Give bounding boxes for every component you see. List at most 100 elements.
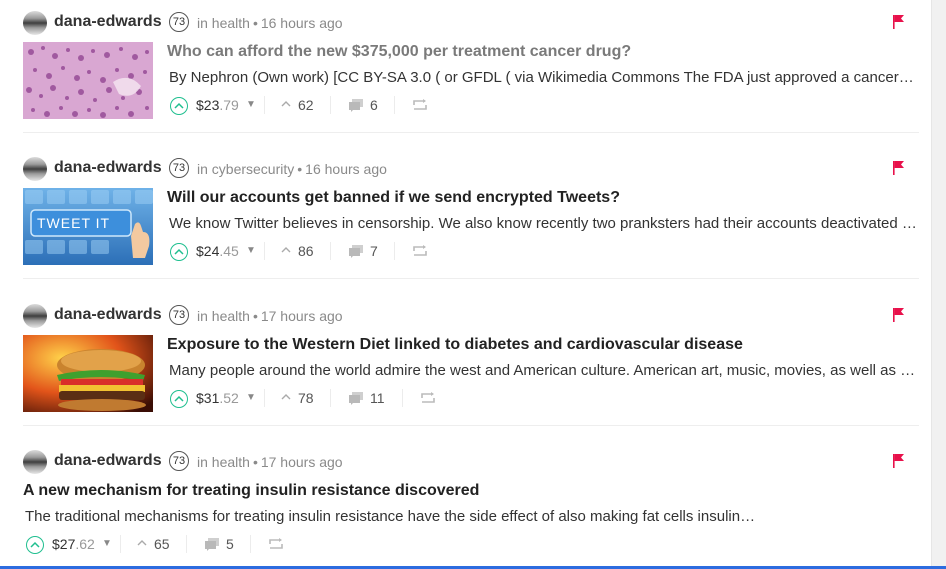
footer-divider <box>402 389 403 407</box>
post-footer: $31.52 ▼ 78 11 <box>170 388 470 410</box>
reblog-icon[interactable] <box>412 245 428 257</box>
vote-count[interactable]: 78 <box>298 390 314 406</box>
footer-divider <box>330 389 331 407</box>
vote-count[interactable]: 65 <box>154 536 170 552</box>
post-excerpt[interactable]: By Nephron (Own work) [CC BY-SA 3.0 ( or… <box>169 69 917 86</box>
tweet-it-label: TWEET IT <box>37 215 111 231</box>
post-title[interactable]: A new mechanism for treating insulin res… <box>23 482 479 500</box>
flag-icon[interactable] <box>893 161 905 175</box>
post-time[interactable]: 16 hours ago <box>305 161 387 177</box>
post-meta: in health • 16 hours ago <box>197 15 343 31</box>
comments-icon[interactable] <box>348 98 364 112</box>
comments-icon[interactable] <box>348 244 364 258</box>
post-thumbnail-histology[interactable] <box>23 42 153 119</box>
meta-separator: • <box>252 308 258 324</box>
reblog-icon[interactable] <box>412 99 428 111</box>
flag-icon[interactable] <box>893 454 905 468</box>
post-time[interactable]: 16 hours ago <box>261 15 343 31</box>
post-footer: $27.62 ▼ 65 5 <box>26 534 326 556</box>
footer-divider <box>264 96 265 114</box>
reputation-badge: 73 <box>169 158 189 178</box>
comment-count[interactable]: 6 <box>370 97 378 113</box>
post-title[interactable]: Who can afford the new $375,000 per trea… <box>167 43 631 61</box>
voters-chevron-icon[interactable] <box>136 538 148 548</box>
post-excerpt[interactable]: We know Twitter believes in censorship. … <box>169 215 917 232</box>
author-name[interactable]: dana-edwards <box>54 306 162 324</box>
payout-cents: .45 <box>219 243 239 259</box>
vote-count[interactable]: 86 <box>298 243 314 259</box>
footer-divider <box>394 242 395 260</box>
chevron-up-icon <box>30 541 40 548</box>
payout-main: $23 <box>196 97 220 113</box>
meta-separator: • <box>297 161 303 177</box>
comments-icon[interactable] <box>348 391 364 405</box>
reblog-icon[interactable] <box>268 538 284 550</box>
post-title[interactable]: Exposure to the Western Diet linked to d… <box>167 336 743 354</box>
avatar[interactable] <box>23 450 47 474</box>
payout-dropdown-icon[interactable]: ▼ <box>246 99 256 110</box>
footer-divider <box>330 242 331 260</box>
avatar[interactable] <box>23 304 47 328</box>
post-time[interactable]: 17 hours ago <box>261 454 343 470</box>
payout-value[interactable]: $23.79 <box>196 97 239 113</box>
post-excerpt[interactable]: Many people around the world admire the … <box>169 362 917 379</box>
payout-cents: .62 <box>75 536 95 552</box>
post-thumbnail-burger[interactable] <box>23 335 153 412</box>
payout-value[interactable]: $27.62 <box>52 536 95 552</box>
post-thumbnail-tweet-it[interactable]: TWEET IT <box>23 188 153 265</box>
footer-divider <box>330 96 331 114</box>
footer-divider <box>186 535 187 553</box>
payout-dropdown-icon[interactable]: ▼ <box>246 392 256 403</box>
comments-icon[interactable] <box>204 537 220 551</box>
reblog-icon[interactable] <box>420 392 436 404</box>
payout-value[interactable]: $24.45 <box>196 243 239 259</box>
payout-dropdown-icon[interactable]: ▼ <box>246 245 256 256</box>
reputation-badge: 73 <box>169 305 189 325</box>
post-item: dana-edwards 73 in health•16 hours ago <box>23 11 919 133</box>
footer-divider <box>120 535 121 553</box>
post-time[interactable]: 17 hours ago <box>261 308 343 324</box>
post-item: dana-edwards 73 in health • 17 hours ago E… <box>23 304 919 426</box>
vote-count[interactable]: 62 <box>298 97 314 113</box>
payout-cents: .79 <box>219 97 239 113</box>
post-category[interactable]: in cybersecurity <box>197 161 294 177</box>
post-footer: $24.45 ▼ 86 7 <box>170 241 470 263</box>
post-category[interactable]: in health <box>197 454 250 470</box>
flag-icon[interactable] <box>893 15 905 29</box>
scrollbar[interactable] <box>931 0 946 566</box>
post-category[interactable]: in health <box>197 15 250 31</box>
footer-divider <box>264 389 265 407</box>
comment-count[interactable]: 5 <box>226 536 234 552</box>
chevron-up-icon <box>174 248 184 255</box>
voters-chevron-icon[interactable] <box>280 99 292 109</box>
flag-icon[interactable] <box>893 308 905 322</box>
post-excerpt[interactable]: The traditional mechanisms for treating … <box>25 508 805 525</box>
author-name[interactable]: dana-edwards <box>54 452 162 470</box>
histology-image <box>23 42 153 119</box>
upvote-button[interactable] <box>26 536 44 554</box>
upvote-button[interactable] <box>170 390 188 408</box>
avatar[interactable] <box>23 11 47 35</box>
upvote-button[interactable] <box>170 243 188 261</box>
comment-count[interactable]: 11 <box>370 390 385 406</box>
author-name[interactable]: dana-edwards <box>54 13 162 31</box>
meta-separator: • <box>252 15 258 31</box>
comment-count[interactable]: 7 <box>370 243 378 259</box>
reputation-badge: 73 <box>169 451 189 471</box>
payout-main: $27 <box>52 536 76 552</box>
chevron-up-icon <box>174 395 184 402</box>
chevron-up-icon <box>174 102 184 109</box>
upvote-button[interactable] <box>170 97 188 115</box>
voters-chevron-icon[interactable] <box>280 392 292 402</box>
payout-dropdown-icon[interactable]: ▼ <box>102 538 112 549</box>
voters-chevron-icon[interactable] <box>280 245 292 255</box>
payout-main: $24 <box>196 243 220 259</box>
post-header: dana-edwards 73 in health • 17 hours ago <box>23 304 919 328</box>
post-meta: in health • 17 hours ago <box>197 308 343 324</box>
post-category[interactable]: in health <box>197 308 250 324</box>
payout-value[interactable]: $31.52 <box>196 390 239 406</box>
post-title[interactable]: Will our accounts get banned if we send … <box>167 189 620 207</box>
post-item: dana-edwards 73 in cybersecurity • 16 hour… <box>23 157 919 279</box>
author-name[interactable]: dana-edwards <box>54 159 162 177</box>
avatar[interactable] <box>23 157 47 181</box>
